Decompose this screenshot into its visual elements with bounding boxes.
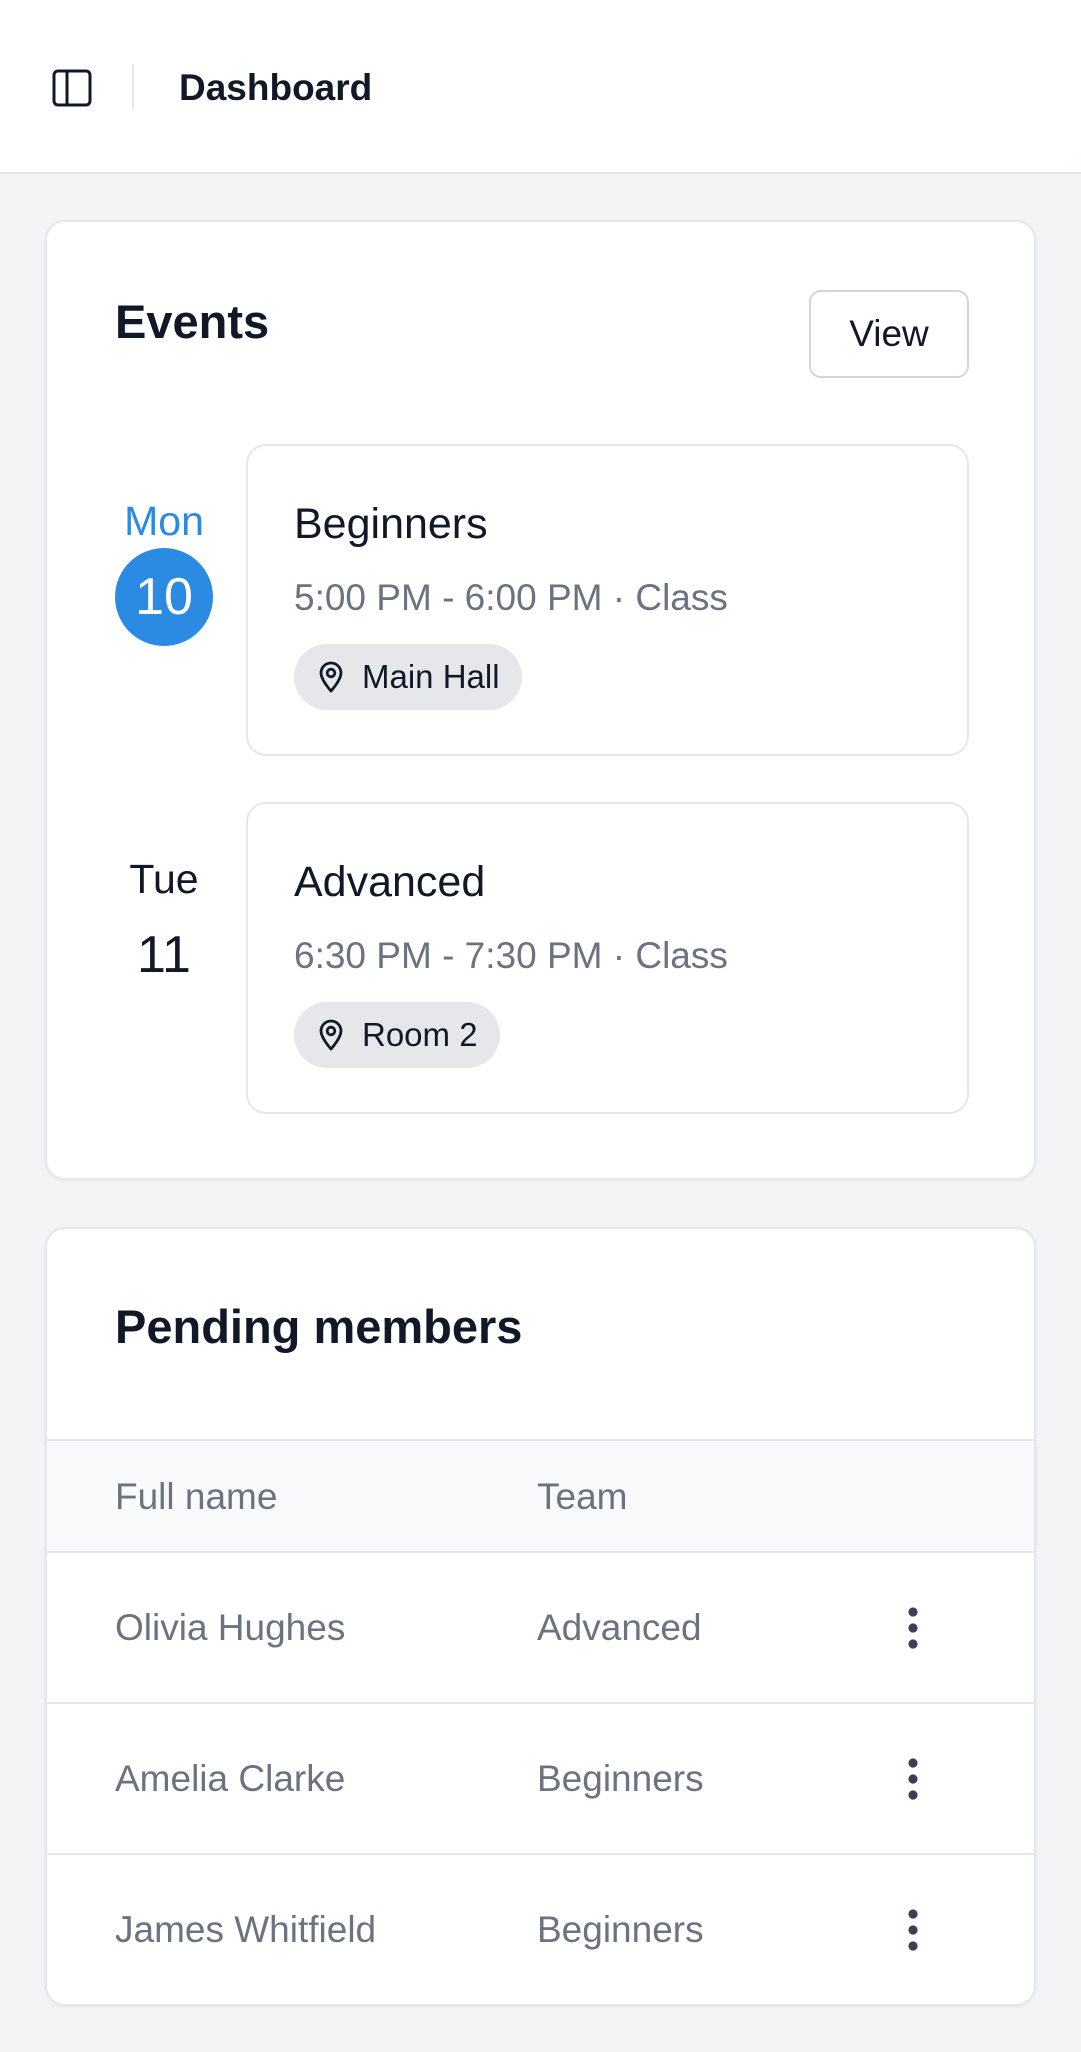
day-number: 11 <box>137 926 191 984</box>
event-date: Mon 10 <box>113 496 215 646</box>
column-header-full-name: Full name <box>115 1476 278 1517</box>
event-title: Advanced <box>294 858 486 906</box>
table-header: Full name Team <box>47 1439 1034 1553</box>
more-vertical-icon <box>908 1909 918 1951</box>
event-time: 6:30 PM - 7:30 PM · Class <box>294 935 728 976</box>
view-button[interactable]: View <box>809 290 969 378</box>
row-actions-button[interactable] <box>893 1753 933 1805</box>
members-table: Full name Team Olivia Hughes Advanced Am… <box>47 1439 1034 2004</box>
more-vertical-icon <box>908 1607 918 1649</box>
table-row: Olivia Hughes Advanced <box>47 1553 1034 1704</box>
map-pin-icon <box>316 660 346 694</box>
member-name: Olivia Hughes <box>115 1606 346 1648</box>
header-divider <box>132 64 134 110</box>
column-header-team: Team <box>537 1476 628 1517</box>
member-team: Advanced <box>537 1606 702 1648</box>
location-label: Main Hall <box>362 658 500 695</box>
sidebar-toggle-button[interactable] <box>48 66 96 110</box>
location-label: Room 2 <box>362 1016 478 1053</box>
pending-members-card: Pending members Full name Team Olivia Hu… <box>45 1227 1036 2006</box>
event-date: Tue 11 <box>113 854 215 1004</box>
map-pin-icon <box>316 1018 346 1052</box>
event-card-advanced[interactable]: Advanced 6:30 PM - 7:30 PM · Class Room … <box>246 802 969 1114</box>
page-title: Dashboard <box>179 67 373 108</box>
top-bar: Dashboard <box>0 0 1081 174</box>
day-number: 10 <box>115 548 213 646</box>
row-actions-button[interactable] <box>893 1904 933 1956</box>
day-name: Tue <box>129 856 199 902</box>
location-badge: Room 2 <box>294 1002 500 1068</box>
row-actions-button[interactable] <box>893 1602 933 1654</box>
table-row: James Whitfield Beginners <box>47 1855 1034 2004</box>
member-team: Beginners <box>537 1908 704 1950</box>
more-vertical-icon <box>908 1758 918 1800</box>
location-badge: Main Hall <box>294 644 522 710</box>
pending-members-title: Pending members <box>115 1300 523 1353</box>
events-title: Events <box>115 295 270 348</box>
event-time: 5:00 PM - 6:00 PM · Class <box>294 577 728 618</box>
sidebar-toggle-icon <box>52 69 92 107</box>
event-card-beginners[interactable]: Beginners 5:00 PM - 6:00 PM · Class Main… <box>246 444 969 756</box>
table-row: Amelia Clarke Beginners <box>47 1704 1034 1855</box>
events-card: Events View Mon 10 Beginners 5:00 PM - 6… <box>45 220 1036 1180</box>
member-name: James Whitfield <box>115 1908 377 1950</box>
event-title: Beginners <box>294 500 488 548</box>
member-team: Beginners <box>537 1757 704 1799</box>
member-name: Amelia Clarke <box>115 1757 346 1799</box>
day-name: Mon <box>124 498 204 544</box>
